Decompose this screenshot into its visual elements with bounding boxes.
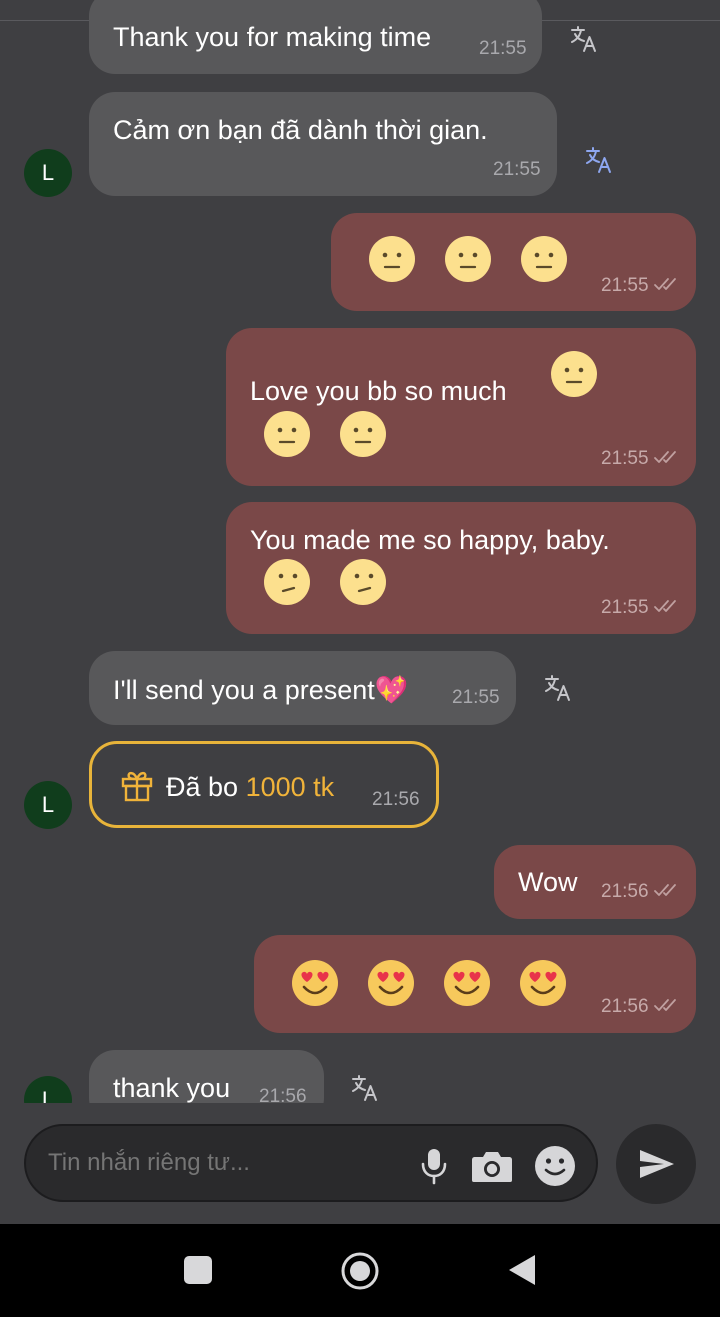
message-text: Cảm ơn bạn đã dành thời gian. (113, 115, 488, 145)
message-time: 21:56 (372, 789, 420, 810)
avatar[interactable]: L (24, 1076, 72, 1103)
gift-text: Đã bo 1000 tk (166, 772, 334, 803)
heart-eyes-emoji (443, 959, 491, 1007)
send-icon (640, 1150, 674, 1178)
heart-eyes-emoji (519, 959, 567, 1007)
outgoing-message[interactable]: You made me so happy, baby. 21:55 (226, 502, 696, 634)
nav-recents-icon[interactable] (183, 1255, 213, 1285)
neutral-face-emoji (520, 235, 568, 283)
gift-amount: 1000 tk (245, 772, 335, 802)
incoming-message[interactable]: thank you 21:56 (89, 1050, 324, 1103)
send-button[interactable] (616, 1124, 696, 1204)
incoming-message[interactable]: I'll send you a present💖 21:55 (89, 651, 516, 725)
nav-back-icon[interactable] (507, 1253, 537, 1287)
nav-home-icon[interactable] (340, 1251, 380, 1291)
outgoing-message[interactable]: 21:56 (254, 935, 696, 1033)
avatar[interactable]: L (24, 781, 72, 829)
message-time: 21:56 (601, 881, 649, 902)
rolling-eyes-emoji (263, 558, 311, 606)
translate-icon[interactable] (584, 145, 614, 175)
gift-icon (121, 771, 153, 802)
heart-eyes-emoji (367, 959, 415, 1007)
translate-icon[interactable] (569, 24, 599, 54)
chat-area[interactable]: Thank you for making time 21:55 Cảm ơn b… (0, 0, 720, 1103)
message-input[interactable] (48, 1143, 408, 1183)
translate-icon[interactable] (543, 673, 573, 703)
message-time: 21:55 (601, 597, 649, 618)
incoming-message[interactable]: Cảm ơn bạn đã dành thời gian. 21:55 (89, 92, 557, 196)
outgoing-message[interactable]: Wow 21:56 (494, 845, 696, 919)
heart-eyes-emoji (291, 959, 339, 1007)
message-text: Love you bb so much (250, 376, 507, 406)
neutral-face-emoji (339, 410, 387, 458)
outgoing-message[interactable]: Love you bb so much 21:55 (226, 328, 696, 486)
message-time: 21:55 (452, 687, 500, 708)
double-check-icon (653, 882, 683, 898)
neutral-face-emoji (263, 410, 311, 458)
system-navigation-bar (0, 1224, 720, 1317)
message-time: 21:56 (259, 1086, 307, 1103)
message-text: You made me so happy, baby. (250, 525, 610, 555)
message-input-bar (24, 1124, 598, 1202)
double-check-icon (653, 997, 683, 1013)
message-time: 21:55 (479, 38, 527, 59)
double-check-icon (653, 598, 683, 614)
neutral-face-emoji (368, 235, 416, 283)
outgoing-message[interactable]: 21:55 (331, 213, 696, 311)
message-time: 21:55 (493, 159, 541, 180)
translate-icon[interactable] (350, 1073, 380, 1103)
neutral-face-emoji (444, 235, 492, 283)
camera-icon[interactable] (471, 1149, 513, 1183)
message-text: Wow (518, 867, 578, 897)
rolling-eyes-emoji (339, 558, 387, 606)
gift-message[interactable]: Đã bo 1000 tk 21:56 (89, 741, 439, 828)
message-text: I'll send you a present💖 (113, 675, 409, 705)
neutral-face-emoji (550, 350, 598, 398)
message-time: 21:56 (601, 996, 649, 1017)
emoji-icon[interactable] (534, 1145, 576, 1187)
message-text: thank you (113, 1073, 231, 1103)
message-time: 21:55 (601, 275, 649, 296)
message-text: Thank you for making time (113, 22, 432, 52)
gift-prefix: Đã bo (166, 772, 246, 802)
avatar[interactable]: L (24, 149, 72, 197)
message-time: 21:55 (601, 448, 649, 469)
double-check-icon (653, 449, 683, 465)
double-check-icon (653, 276, 683, 292)
incoming-message[interactable]: Thank you for making time 21:55 (89, 0, 542, 74)
microphone-icon[interactable] (419, 1147, 449, 1185)
